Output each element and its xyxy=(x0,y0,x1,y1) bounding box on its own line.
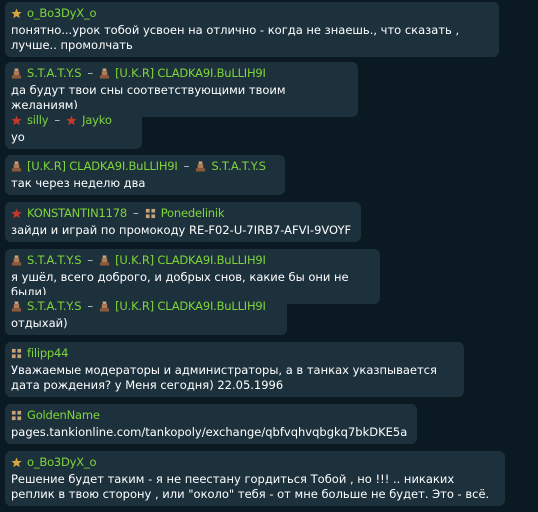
chat-message: filipp44 Уважаемые модераторы и админист… xyxy=(5,342,464,397)
reply-arrow: – xyxy=(132,206,139,220)
rank-marshal-icon xyxy=(195,160,206,172)
sender-nickname[interactable]: S.T.A.T.Y.S xyxy=(27,299,82,313)
chat-feed[interactable]: o_Bo3DyX_o понятно...урок тобой усвоен н… xyxy=(0,0,538,512)
message-text: Решение будет таким - я не пеестану горд… xyxy=(11,472,490,501)
reply-arrow: – xyxy=(54,113,61,127)
rank-marshal-icon xyxy=(11,300,22,312)
rank-marshal-icon xyxy=(99,300,110,312)
sender-nickname[interactable]: [U.K.R] CLADKA9I.BuLLIH9I xyxy=(27,159,178,173)
sender-nickname[interactable]: KONSTANTIN1178 xyxy=(27,206,127,220)
sender-nickname[interactable]: filipp44 xyxy=(27,346,68,360)
chat-message: o_Bo3DyX_o понятно...урок тобой усвоен н… xyxy=(5,2,499,57)
chat-message: S.T.A.T.Y.S – [U.K.R] CLADKA9I.BuLLIH9I … xyxy=(5,295,287,335)
reply-arrow: – xyxy=(87,299,94,313)
recipient-nickname[interactable]: [U.K.R] CLADKA9I.BuLLIH9I xyxy=(115,299,266,313)
message-text: так через неделю два xyxy=(11,176,146,190)
rank-dots-icon xyxy=(11,348,22,359)
chat-message: KONSTANTIN1178 – Ponedelinik зайди и игр… xyxy=(5,202,361,242)
rank-star-icon xyxy=(11,7,22,19)
chat-message: o_Bo3DyX_o Решение будет таким - я не пе… xyxy=(5,451,505,506)
rank-marshal-icon xyxy=(11,254,22,266)
reply-arrow: – xyxy=(87,66,94,80)
message-text: pages.tankionline.com/tankopoly/exchange… xyxy=(11,425,408,439)
rank-marshal-icon xyxy=(11,67,22,79)
rank-red-star-icon xyxy=(11,207,22,219)
sender-nickname[interactable]: GoldenName xyxy=(27,408,100,422)
sender-nickname[interactable]: o_Bo3DyX_o xyxy=(27,455,97,469)
recipient-nickname[interactable]: [U.K.R] CLADKA9I.BuLLIH9I xyxy=(115,66,266,80)
recipient-nickname[interactable]: Ponedelinik xyxy=(161,206,225,220)
message-text: понятно...урок тобой усвоен на отлично -… xyxy=(11,23,460,52)
reply-arrow: – xyxy=(183,159,190,173)
rank-marshal-icon xyxy=(99,254,110,266)
chat-message: silly – Jayko yo xyxy=(5,109,142,149)
rank-red-star-icon xyxy=(11,114,22,126)
message-text: yo xyxy=(11,130,25,144)
message-text: зайди и играй по промокоду RE-F02-U-7IRB… xyxy=(11,223,352,237)
sender-nickname[interactable]: silly xyxy=(27,113,49,127)
sender-nickname[interactable]: S.T.A.T.Y.S xyxy=(27,66,82,80)
chat-message: [U.K.R] CLADKA9I.BuLLIH9I – S.T.A.T.Y.S … xyxy=(5,155,285,195)
sender-nickname[interactable]: o_Bo3DyX_o xyxy=(27,6,97,20)
rank-red-star-icon xyxy=(66,114,77,126)
message-text: Уважаемые модераторы и администраторы, а… xyxy=(11,363,437,392)
recipient-nickname[interactable]: Jayko xyxy=(82,113,112,127)
rank-marshal-icon xyxy=(11,160,22,172)
rank-star-icon xyxy=(11,456,22,468)
reply-arrow: – xyxy=(87,253,94,267)
message-text: отдыхай) xyxy=(11,316,68,330)
chat-message: GoldenName pages.tankionline.com/tankopo… xyxy=(5,404,417,444)
rank-marshal-icon xyxy=(99,67,110,79)
rank-dots-icon xyxy=(11,410,22,421)
recipient-nickname[interactable]: [U.K.R] CLADKA9I.BuLLIH9I xyxy=(115,253,266,267)
rank-dots-icon xyxy=(145,208,156,219)
recipient-nickname[interactable]: S.T.A.T.Y.S xyxy=(211,159,266,173)
sender-nickname[interactable]: S.T.A.T.Y.S xyxy=(27,253,82,267)
